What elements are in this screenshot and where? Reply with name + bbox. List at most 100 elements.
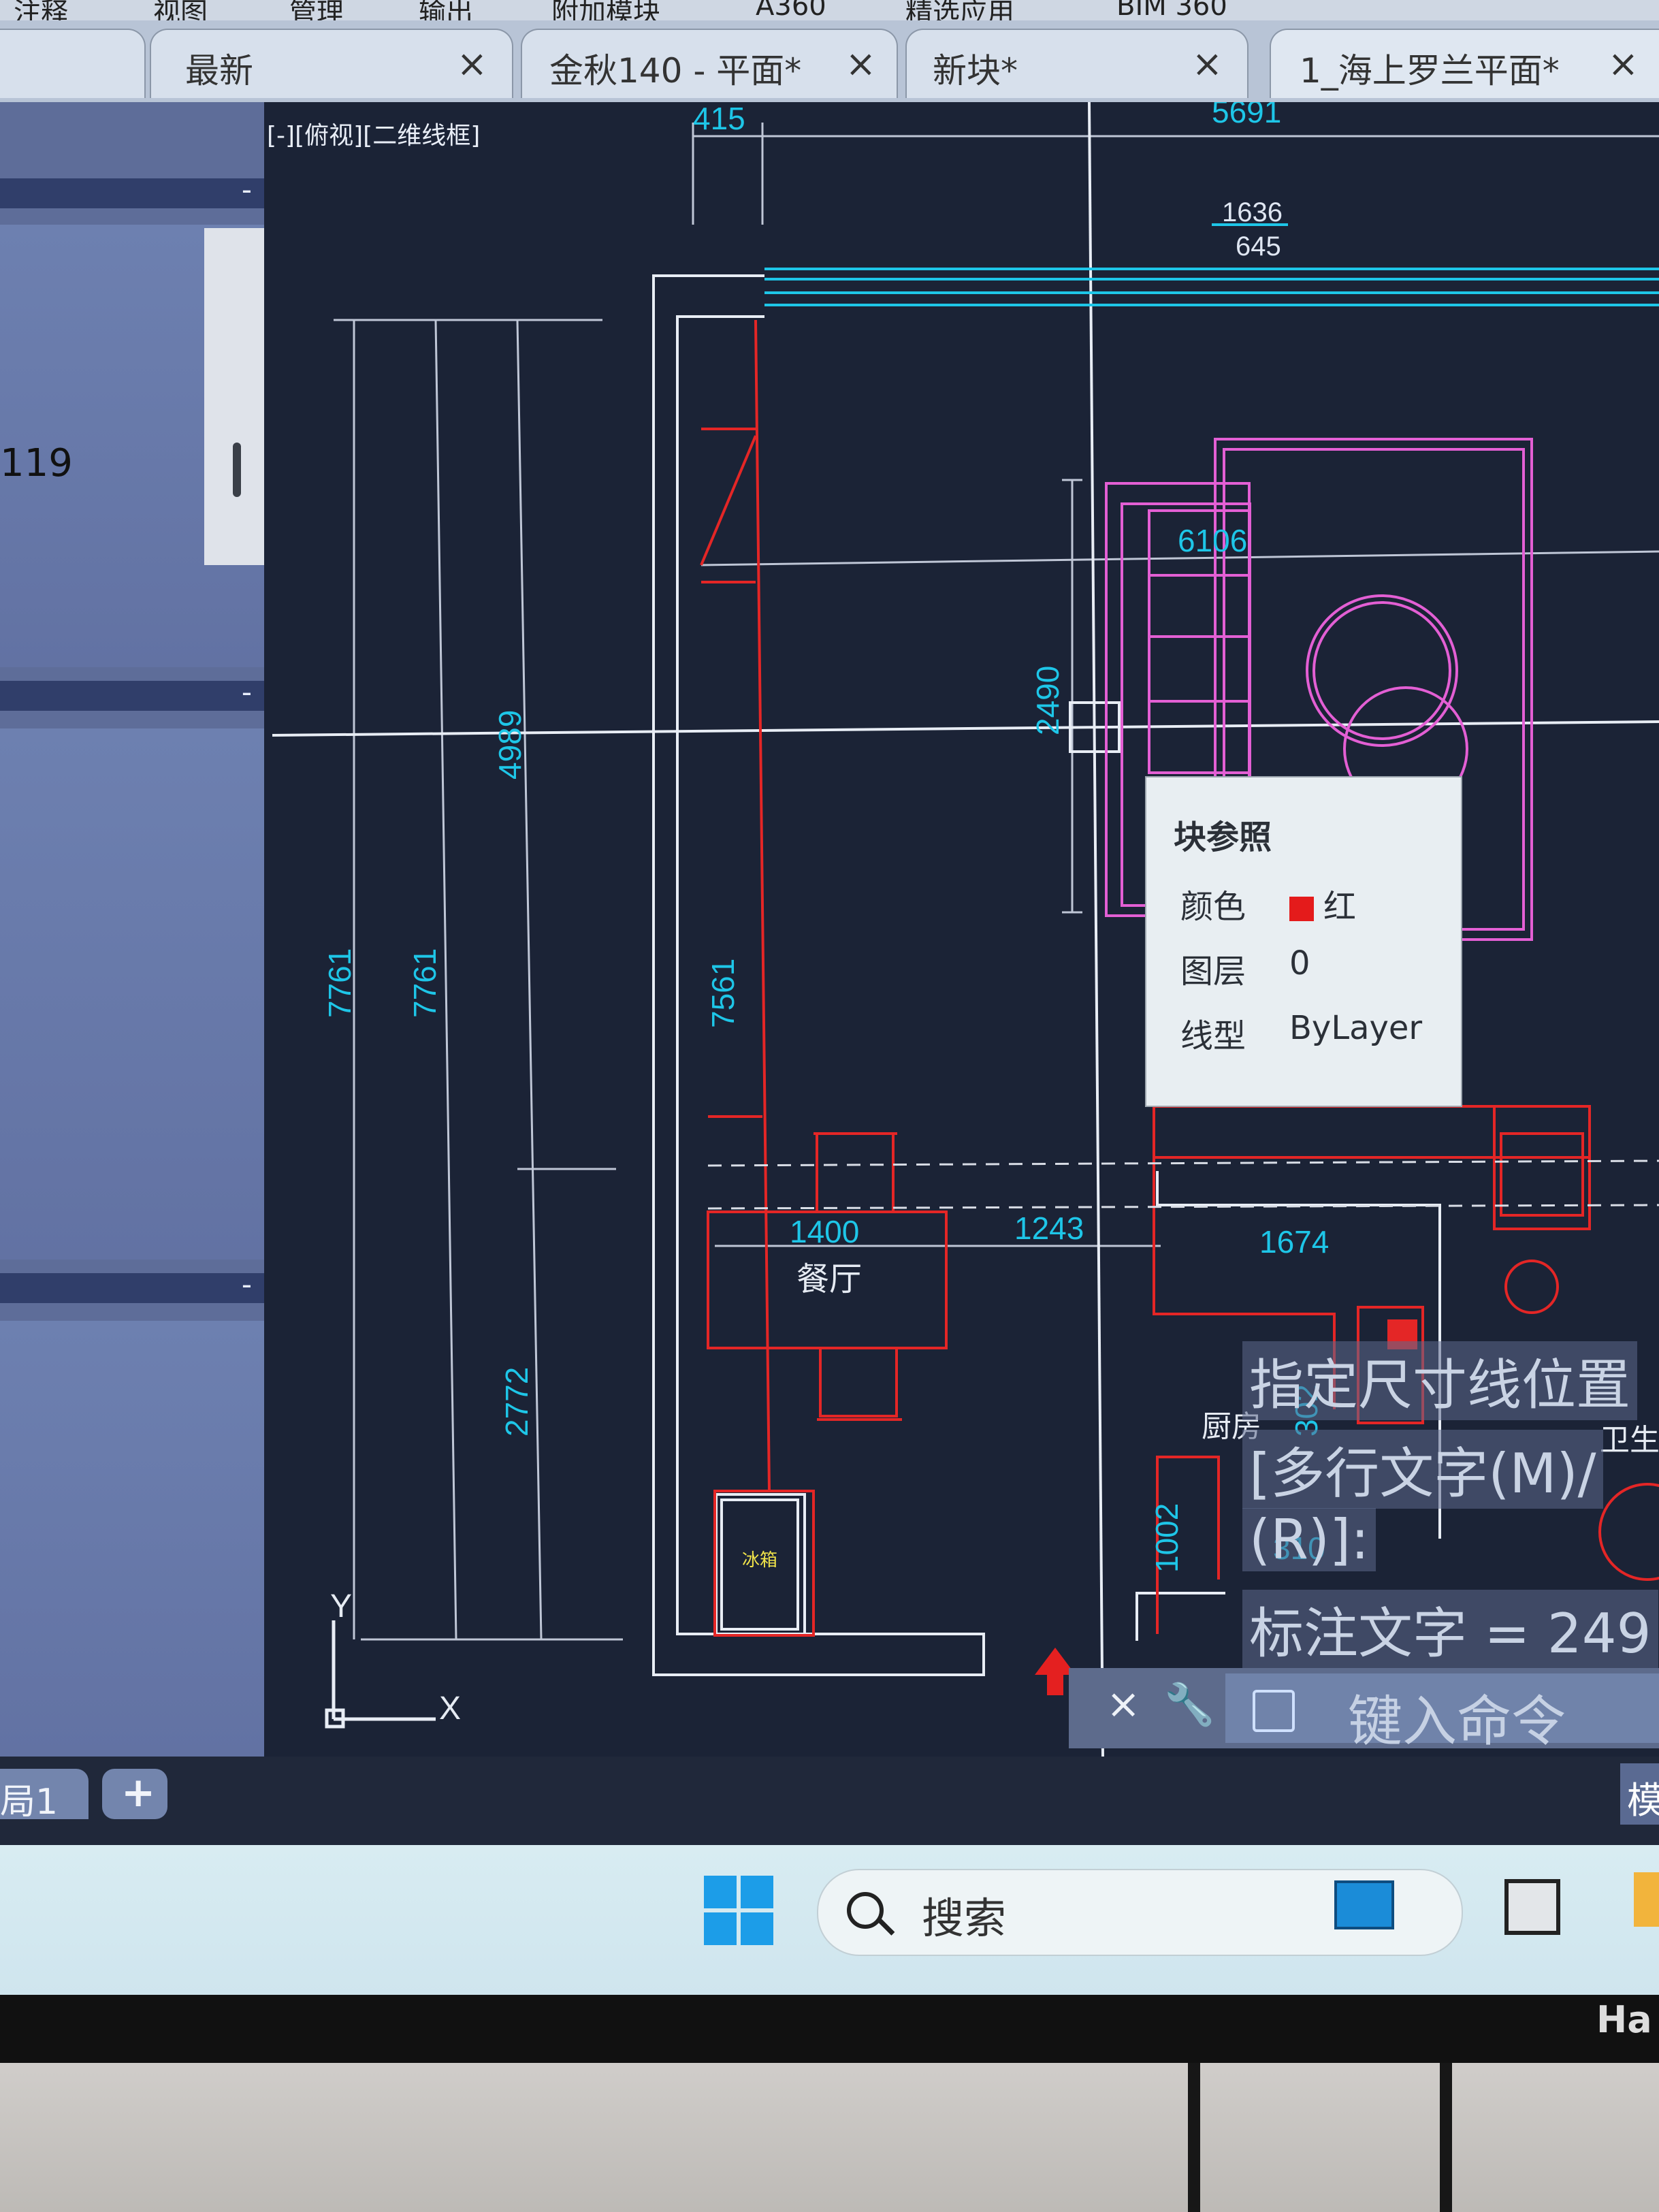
dim-label: 1243 (1014, 1211, 1084, 1246)
dim-label: 1400 (790, 1214, 859, 1249)
palette-header: - (0, 173, 264, 208)
tab-label: 金秋140 - 平面* (549, 51, 802, 91)
ucs-icon (325, 1620, 436, 1729)
tab-label: 最新 (185, 51, 253, 91)
prompt-line: [多行文字(M)/ (1242, 1430, 1603, 1509)
dim-label: 415 (693, 102, 745, 136)
ucs-x-label: X (439, 1690, 461, 1727)
menu-output[interactable]: 输出 (419, 0, 473, 20)
minimize-icon[interactable]: - (242, 173, 252, 206)
room-fridge-label: 冰箱 (742, 1550, 777, 1570)
dim-label: 2772 (499, 1367, 534, 1437)
close-icon[interactable]: × (845, 42, 876, 85)
prompt-line: 标注文字 = 249 (1242, 1590, 1658, 1669)
dim-label: 7761 (407, 948, 442, 1018)
dashed-lines (707, 1159, 1659, 1210)
minimize-icon[interactable]: - (242, 675, 252, 709)
model-button[interactable]: 模 (1620, 1763, 1659, 1825)
menu-bim360[interactable]: BIM 360 (1116, 0, 1227, 20)
prompt-line: 指定尺寸线位置 (1242, 1341, 1637, 1420)
tooltip-title: 块参照 (1174, 818, 1272, 856)
minimize-icon[interactable]: - (242, 1268, 252, 1301)
document-tab-bar: 最新 × 金秋140 - 平面* × 新块* × 1_海上罗兰平面* × (0, 20, 1659, 102)
status-bar: 局1 + 模 (0, 1757, 1659, 1845)
tab-previous[interactable] (0, 29, 146, 98)
linetype-value: ByLayer (1289, 1009, 1423, 1047)
dim-label: 645 (1236, 231, 1281, 261)
menu-manage[interactable]: 管理 (289, 0, 344, 20)
windows-start-icon[interactable] (704, 1876, 775, 1946)
color-value-wrap: 红 (1289, 880, 1356, 927)
close-icon[interactable]: × (1192, 42, 1223, 85)
command-bar: × 🔧 键入命令 (1069, 1668, 1659, 1753)
tab-label: 1_海上罗兰平面* (1300, 51, 1560, 91)
ucs-y-label: Y (330, 1588, 352, 1624)
room-bath-label: 卫生 (1600, 1424, 1659, 1457)
monitor-bezel (0, 1995, 1659, 2063)
tooltip-color-row: 颜色 红 (1180, 880, 1356, 927)
command-placeholder: 键入命令 (1348, 1690, 1566, 1753)
palette-value: 119 (0, 441, 73, 485)
search-icon-handle (877, 1919, 895, 1936)
menu-annotate[interactable]: 注释 (14, 0, 68, 20)
search-icon (847, 1892, 884, 1929)
dim-label: 2490 (1030, 666, 1065, 735)
cable (1188, 2063, 1200, 2212)
color-swatch (1289, 897, 1314, 921)
tab-latest[interactable]: 最新 × (150, 29, 513, 98)
dim-label: 1674 (1259, 1224, 1329, 1260)
wrench-icon[interactable]: 🔧 (1164, 1680, 1215, 1729)
block-reference-tooltip: 块参照 颜色 红 图层 0 线型 ByLayer (1145, 776, 1462, 1107)
prompt-line: (R)]: (1242, 1508, 1376, 1571)
plus-icon: + (121, 1769, 156, 1816)
scrollbar-thumb[interactable] (233, 443, 241, 497)
dim-label: 1636 (1222, 197, 1283, 227)
layer-label: 图层 (1180, 952, 1246, 991)
color-value: 红 (1323, 888, 1357, 926)
dim-label: 7561 (705, 959, 741, 1028)
room-dining-label: 餐厅 (796, 1262, 862, 1298)
menu-bar: 注释 视图 管理 输出 附加模块 A360 精选应用 BIM 360 (0, 0, 1659, 20)
dim-label: 7761 (322, 948, 357, 1018)
model-label: 模 (1627, 1779, 1659, 1822)
layer-value: 0 (1289, 944, 1310, 982)
tab-haishang-luolan-plan[interactable]: 1_海上罗兰平面* × (1270, 29, 1659, 98)
dim-label: 4989 (492, 710, 528, 780)
palette-header: - (0, 1268, 264, 1303)
search-placeholder: 搜索 (922, 1893, 1007, 1943)
close-icon[interactable]: × (1106, 1680, 1140, 1728)
close-icon[interactable]: × (457, 42, 487, 85)
palette-scrollbar[interactable] (204, 228, 264, 565)
menu-featured-apps[interactable]: 精选应用 (905, 0, 1014, 20)
command-prompt-icon[interactable] (1253, 1690, 1295, 1732)
dim-label: 5691 (1212, 102, 1281, 129)
color-label: 颜色 (1180, 888, 1246, 926)
command-input[interactable]: 键入命令 (1225, 1673, 1659, 1753)
folder-icon[interactable] (1634, 1872, 1659, 1927)
menu-addins[interactable]: 附加模块 (551, 0, 660, 20)
tab-layout1[interactable]: 局1 (0, 1769, 88, 1823)
cyan-window (764, 223, 1659, 306)
app-icon[interactable] (1504, 1879, 1560, 1935)
dim-label: 6106 (1178, 523, 1247, 558)
tooltip-layer-row: 图层 0 (1180, 944, 1310, 992)
monitor-brand: Ha (1596, 1998, 1652, 2041)
cable (1440, 2063, 1452, 2212)
close-icon[interactable]: × (1608, 42, 1639, 85)
palette-section (0, 728, 264, 1260)
menu-a360[interactable]: A360 (756, 0, 826, 20)
tab-new-block[interactable]: 新块* × (905, 29, 1249, 98)
tooltip-linetype-row: 线型 ByLayer (1180, 1009, 1422, 1057)
viewport-controls[interactable]: [-][俯视][二维线框] (267, 116, 480, 151)
layout-tab-label: 局1 (0, 1782, 59, 1823)
palette-section (0, 1321, 264, 1757)
add-layout-button[interactable]: + (102, 1769, 167, 1819)
tab-label: 新块* (933, 51, 1018, 91)
palette-header: - (0, 675, 264, 711)
linetype-label: 线型 (1180, 1017, 1246, 1055)
tab-jinqiu-plan[interactable]: 金秋140 - 平面* × (521, 29, 898, 98)
dim-label: 1002 (1149, 1503, 1185, 1573)
computer-app-icon[interactable] (1334, 1880, 1394, 1929)
menu-view[interactable]: 视图 (153, 0, 208, 20)
wall-background (0, 2063, 1659, 2212)
